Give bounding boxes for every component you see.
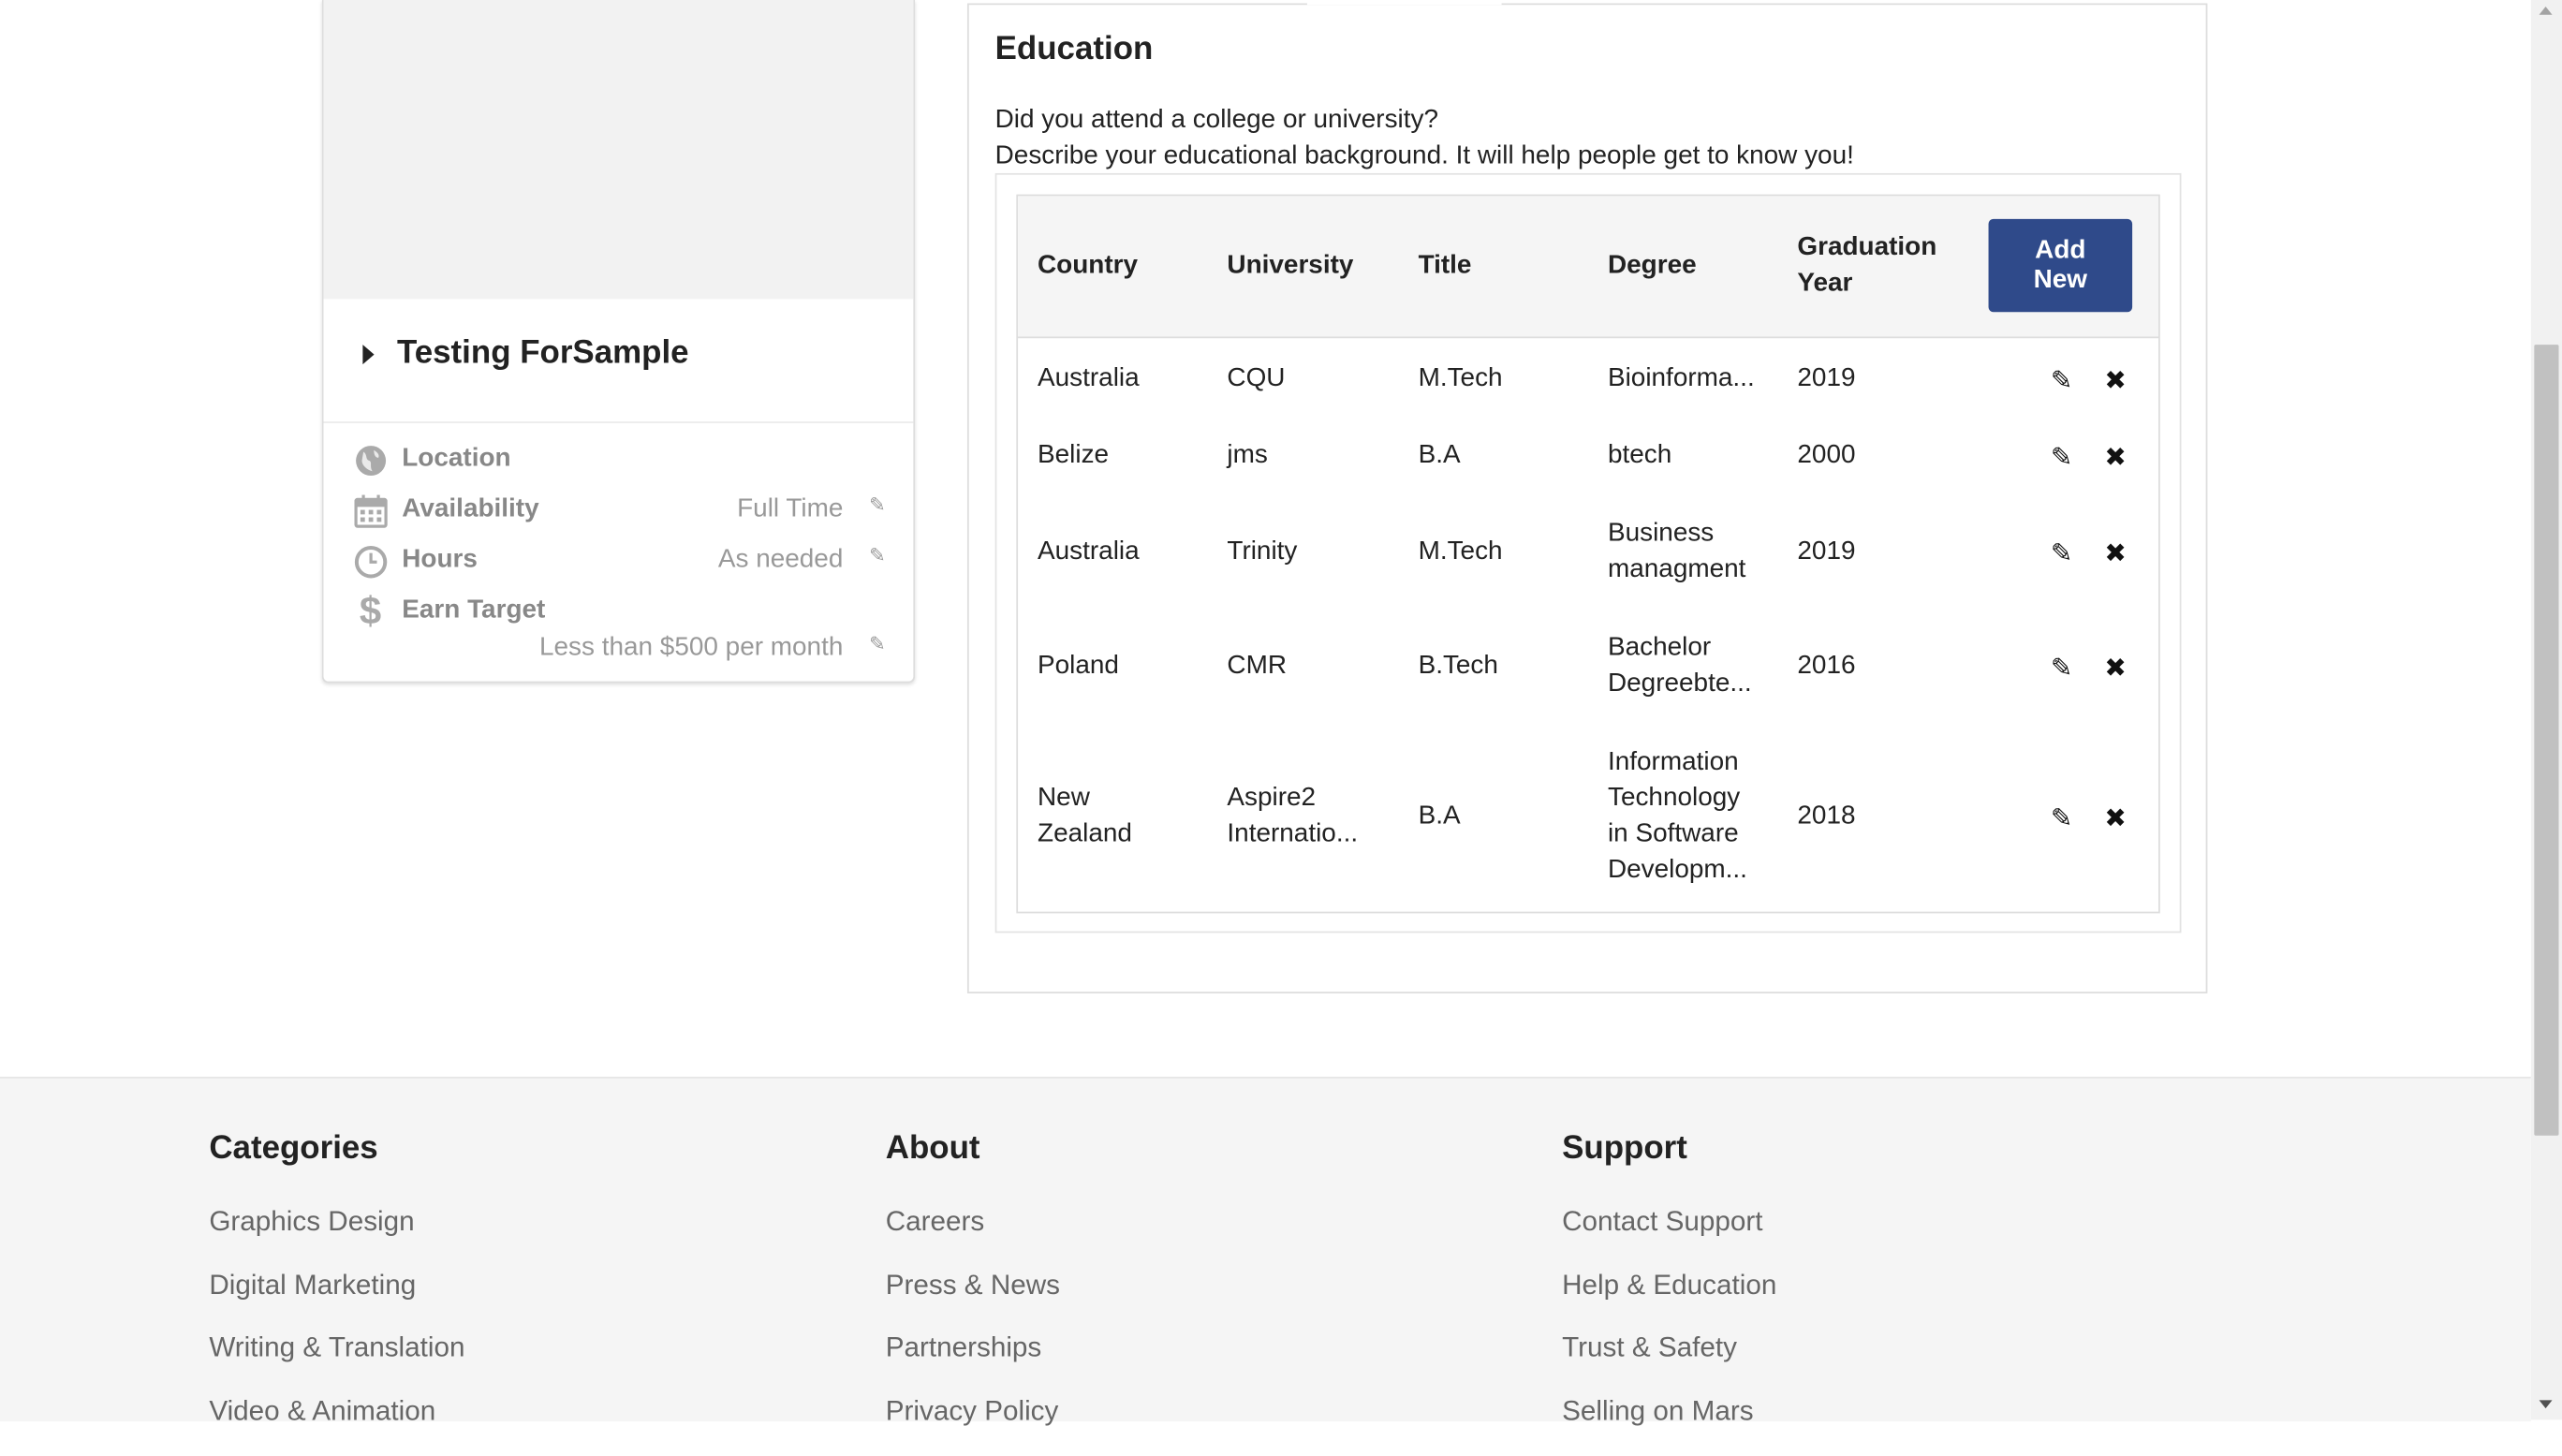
pencil-icon[interactable]: ✎ [2051,802,2072,835]
education-title: Education [994,31,1154,67]
footer-support: Support Contact Support Help & Education… [1562,1130,1776,1455]
cell-university: jms [1227,441,1268,469]
education-intro-line2: Describe your educational background. It… [994,141,1854,170]
footer-link[interactable]: Contact Support [1562,1204,1776,1267]
footer-link[interactable]: Partnerships [886,1330,1060,1392]
education-intro-line1: Did you attend a college or university? [994,106,1438,135]
footer: Categories Graphics Design Digital Marke… [0,1076,2531,1425]
footer-link[interactable]: Graphics Design [209,1204,464,1267]
cell-degree: Information Technology in Software Devel… [1607,748,1747,884]
pencil-icon[interactable]: ✎ [2051,364,2072,397]
profile-name: Testing ForSample [397,334,689,372]
cell-year: 2019 [1797,537,1856,566]
cell-degree: Business managment [1607,519,1746,583]
clock-icon [354,546,388,579]
profile-photo [323,0,914,300]
calendar-icon [354,494,388,528]
add-new-line2: New [2033,265,2088,294]
header-graduation-line1: Graduation [1797,233,1937,262]
add-new-button[interactable]: Add New [1988,218,2133,313]
footer-link[interactable]: Privacy Policy [886,1393,1060,1456]
education-panel: Education Did you attend a college or un… [966,3,2208,993]
cell-degree: Bioinforma... [1607,364,1755,392]
header-graduation-year: Graduation Year [1797,230,1936,302]
cell-university: Aspire2 Internatio... [1227,784,1359,848]
cell-year: 2018 [1797,802,1856,831]
table-header: Country University Title Degree Graduati… [1018,196,2159,339]
cell-year: 2016 [1797,652,1856,680]
education-table-wrapper: Country University Title Degree Graduati… [994,172,2182,934]
availability-value: Full Time [737,494,844,523]
hours-label: Hours [402,545,478,574]
availability-label: Availability [402,494,539,523]
cell-university: CMR [1227,652,1287,680]
header-graduation-line2: Year [1797,269,1853,298]
edit-availability-icon[interactable]: ✎ [869,493,886,516]
footer-link[interactable]: Trust & Safety [1562,1330,1776,1392]
globe-icon [356,446,387,477]
cell-year: 2000 [1797,441,1856,469]
cell-year: 2019 [1797,364,1856,392]
footer-about: About Careers Press & News Partnerships … [886,1130,1060,1455]
scrollbar-thumb[interactable] [2534,345,2559,1136]
vertical-scrollbar[interactable] [2530,0,2562,1420]
footer-categories-title: Categories [209,1130,378,1167]
header-title: Title [1418,251,1472,280]
cell-title: M.Tech [1418,364,1503,392]
hours-value: As needed [717,545,844,574]
cell-university: Trinity [1227,537,1298,566]
cell-title: B.A [1418,441,1461,469]
footer-categories: Categories Graphics Design Digital Marke… [209,1130,464,1455]
profile-card: Testing ForSample Location Availability … [321,0,916,684]
close-icon[interactable]: ✖ [2104,652,2126,684]
pencil-icon[interactable]: ✎ [2051,441,2072,474]
cell-country: Australia [1038,537,1140,566]
scroll-down-arrow-icon[interactable] [2539,1400,2553,1409]
pencil-icon[interactable]: ✎ [2051,652,2072,684]
pencil-icon[interactable]: ✎ [2051,537,2072,570]
cell-country: Belize [1038,441,1110,469]
profile-name-toggle[interactable]: Testing ForSample [362,334,689,373]
cell-title: B.Tech [1418,652,1498,680]
close-icon[interactable]: ✖ [2104,537,2126,570]
add-new-line1: Add [2035,236,2086,264]
close-icon[interactable]: ✖ [2104,364,2126,397]
cell-country: Poland [1038,652,1119,680]
earn-target-value: Less than $500 per month [538,634,844,662]
active-tab-indicator [1306,0,1502,6]
header-degree: Degree [1607,251,1697,280]
footer-about-title: About [885,1130,980,1167]
earn-target-label: Earn Target [402,596,546,625]
close-icon[interactable]: ✖ [2104,802,2126,835]
cell-university: CQU [1227,364,1286,392]
header-country: Country [1038,251,1139,280]
footer-support-title: Support [1562,1130,1687,1167]
cell-title: M.Tech [1418,537,1503,566]
footer-link[interactable]: Help & Education [1562,1267,1776,1330]
footer-link[interactable]: Video & Animation [209,1393,464,1456]
cell-degree: Bachelor Degreebte... [1607,634,1752,699]
edit-earn-target-icon[interactable]: ✎ [869,632,886,654]
education-intro: Did you attend a college or university? … [995,103,1854,175]
edit-hours-icon[interactable]: ✎ [869,544,886,566]
location-label: Location [402,444,511,473]
footer-link[interactable]: Digital Marketing [209,1267,464,1330]
cell-country: Australia [1038,364,1140,392]
footer-link[interactable]: Selling on Mars [1562,1393,1776,1456]
footer-link[interactable]: Writing & Translation [209,1330,464,1392]
divider [323,421,914,423]
cell-degree: btech [1607,441,1672,469]
education-table: Country University Title Degree Graduati… [1016,194,2160,914]
dollar-icon: $ [359,589,382,635]
caret-right-icon [362,344,375,364]
scroll-up-arrow-icon[interactable] [2539,6,2553,15]
header-university: University [1227,251,1354,280]
footer-link[interactable]: Press & News [886,1267,1060,1330]
footer-link[interactable]: Careers [886,1204,1060,1267]
cell-title: B.A [1418,802,1461,831]
close-icon[interactable]: ✖ [2104,441,2126,474]
cell-country: New Zealand [1038,784,1132,848]
